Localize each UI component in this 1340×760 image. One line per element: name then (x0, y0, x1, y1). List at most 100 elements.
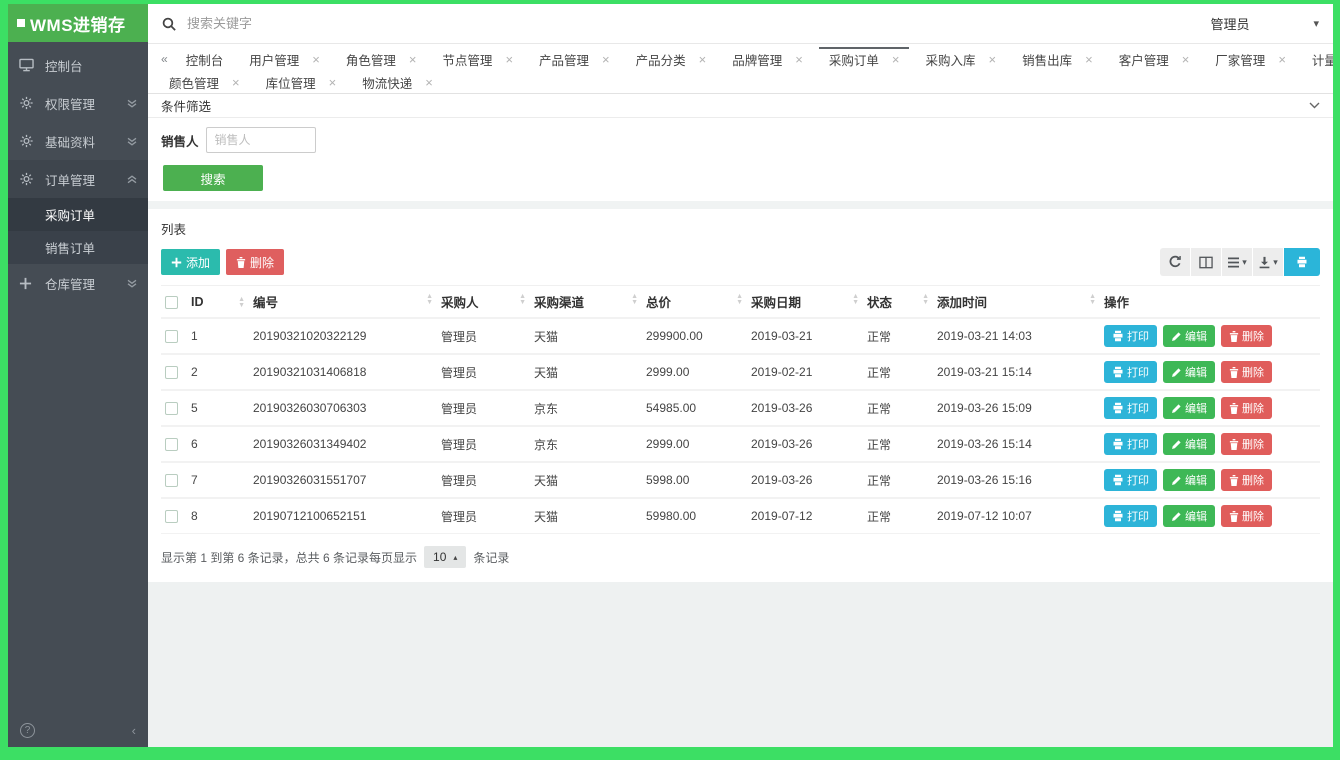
row-delete-button[interactable]: 删除 (1221, 505, 1272, 527)
add-button[interactable]: 添加 (161, 249, 220, 275)
tab-close-icon[interactable]: × (892, 53, 900, 66)
row-checkbox[interactable] (165, 438, 178, 451)
column-header[interactable]: 编号▲▼ (249, 286, 437, 319)
sidebar-subitem[interactable]: 销售订单 (8, 231, 148, 264)
tab-close-icon[interactable]: × (699, 53, 707, 66)
tab-close-icon[interactable]: × (232, 76, 240, 89)
tab-item[interactable]: 品牌管理× (722, 47, 813, 70)
tab-item[interactable]: 采购订单× (819, 47, 910, 70)
row-checkbox[interactable] (165, 402, 178, 415)
sort-icon[interactable]: ▲▼ (238, 297, 245, 309)
sidebar-item-3[interactable]: 基础资料 (8, 122, 148, 160)
tab-close-icon[interactable]: × (425, 76, 433, 89)
row-delete-button[interactable]: 删除 (1221, 397, 1272, 419)
sort-icon[interactable]: ▲▼ (426, 294, 433, 306)
tab-close-icon[interactable]: × (795, 53, 803, 66)
tab-close-icon[interactable]: × (602, 53, 610, 66)
tab-item[interactable]: 物流快递× (352, 70, 443, 93)
tab-item[interactable]: 销售出库× (1012, 47, 1103, 70)
print-table-button[interactable] (1284, 248, 1320, 276)
printer-icon (1112, 438, 1124, 450)
tab-close-icon[interactable]: × (505, 53, 513, 66)
export-dropdown-button[interactable]: ▾ (1253, 248, 1284, 276)
row-print-button[interactable]: 打印 (1104, 433, 1157, 455)
tab-item[interactable]: 库位管理× (256, 70, 347, 93)
row-edit-button[interactable]: 编辑 (1163, 325, 1215, 347)
sort-icon[interactable]: ▲▼ (631, 294, 638, 306)
tabs-scroll-left-icon[interactable]: « (156, 52, 173, 66)
sidebar-item-4[interactable]: 订单管理 (8, 160, 148, 198)
sidebar-item-1[interactable]: 控制台 (8, 46, 148, 84)
row-edit-button[interactable]: 编辑 (1163, 397, 1215, 419)
row-checkbox[interactable] (165, 366, 178, 379)
cell-buyer: 管理员 (437, 354, 530, 390)
tab-item[interactable]: 颜色管理× (159, 70, 250, 93)
filter-panel-header[interactable]: 条件筛选 (148, 94, 1333, 118)
tab-item[interactable]: 控制台 (176, 47, 234, 70)
sort-icon[interactable]: ▲▼ (519, 294, 526, 306)
column-header[interactable]: ID▲▼ (187, 286, 249, 319)
tab-close-icon[interactable]: × (312, 53, 320, 66)
row-delete-button[interactable]: 删除 (1221, 325, 1272, 347)
row-edit-button[interactable]: 编辑 (1163, 433, 1215, 455)
tab-item[interactable]: 厂家管理× (1205, 47, 1296, 70)
row-print-button[interactable]: 打印 (1104, 397, 1157, 419)
tab-close-icon[interactable]: × (1278, 53, 1286, 66)
row-edit-button[interactable]: 编辑 (1163, 361, 1215, 383)
column-header[interactable]: 采购日期▲▼ (747, 286, 863, 319)
page-size-select[interactable]: 10 ▴ (424, 546, 466, 568)
row-checkbox[interactable] (165, 510, 178, 523)
tab-close-icon[interactable]: × (988, 53, 996, 66)
select-all-checkbox[interactable] (165, 296, 178, 309)
column-header[interactable]: 添加时间▲▼ (933, 286, 1100, 319)
sidebar-item-2[interactable]: 权限管理 (8, 84, 148, 122)
row-delete-button[interactable]: 删除 (1221, 361, 1272, 383)
row-checkbox[interactable] (165, 474, 178, 487)
tab-item[interactable]: 节点管理× (432, 47, 523, 70)
refresh-button[interactable] (1160, 248, 1191, 276)
tab-close-icon[interactable]: × (409, 53, 417, 66)
tab-item[interactable]: 产品分类× (626, 47, 717, 70)
column-header[interactable]: 状态▲▼ (863, 286, 933, 319)
pencil-icon (1171, 367, 1182, 378)
seller-input[interactable] (206, 127, 316, 153)
column-header[interactable]: 采购人▲▼ (437, 286, 530, 319)
row-delete-button[interactable]: 删除 (1221, 433, 1272, 455)
tab-close-icon[interactable]: × (1085, 53, 1093, 66)
column-header[interactable]: 总价▲▼ (642, 286, 747, 319)
sort-icon[interactable]: ▲▼ (852, 294, 859, 306)
sidebar-subitem[interactable]: 采购订单 (8, 198, 148, 231)
user-caret-icon[interactable]: ▾ (1313, 17, 1319, 30)
tab-item[interactable]: 计量单位× (1302, 47, 1333, 70)
row-print-button[interactable]: 打印 (1104, 505, 1157, 527)
row-edit-button[interactable]: 编辑 (1163, 505, 1215, 527)
filter-collapse-chevron-icon[interactable] (1309, 102, 1320, 109)
tab-close-icon[interactable]: × (1182, 53, 1190, 66)
row-print-button[interactable]: 打印 (1104, 361, 1157, 383)
row-print-button[interactable]: 打印 (1104, 469, 1157, 491)
delete-button[interactable]: 删除 (226, 249, 284, 275)
global-search-input[interactable] (187, 16, 507, 31)
cell-channel: 天猫 (530, 498, 642, 534)
tab-close-icon[interactable]: × (329, 76, 337, 89)
tab-item[interactable]: 角色管理× (336, 47, 427, 70)
sort-icon[interactable]: ▲▼ (736, 294, 743, 306)
sort-icon[interactable]: ▲▼ (922, 294, 929, 306)
toggle-view-button[interactable] (1191, 248, 1222, 276)
filter-search-button[interactable]: 搜索 (163, 165, 263, 191)
row-edit-button[interactable]: 编辑 (1163, 469, 1215, 491)
sidebar-item-5[interactable]: 仓库管理 (8, 264, 148, 302)
tab-item[interactable]: 客户管理× (1109, 47, 1200, 70)
tab-item[interactable]: 采购入库× (915, 47, 1006, 70)
row-checkbox[interactable] (165, 330, 178, 343)
tab-item[interactable]: 用户管理× (239, 47, 330, 70)
sidebar-collapse-icon[interactable]: ‹ (132, 723, 136, 738)
user-menu[interactable]: 管理员 (1210, 14, 1249, 33)
tab-item[interactable]: 产品管理× (529, 47, 620, 70)
columns-dropdown-button[interactable]: ▾ (1222, 248, 1253, 276)
sort-icon[interactable]: ▲▼ (1089, 294, 1096, 306)
row-delete-button[interactable]: 删除 (1221, 469, 1272, 491)
column-header[interactable]: 采购渠道▲▼ (530, 286, 642, 319)
row-print-button[interactable]: 打印 (1104, 325, 1157, 347)
help-icon[interactable]: ? (20, 723, 35, 738)
